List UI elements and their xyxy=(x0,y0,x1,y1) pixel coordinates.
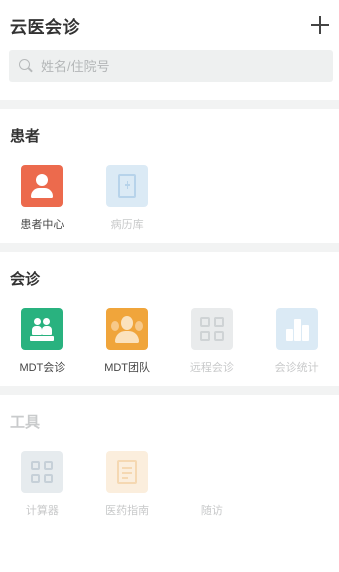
section-title-consult: 会诊 xyxy=(10,271,41,288)
statistics-chart-icon xyxy=(275,308,318,350)
group-consult-icon xyxy=(21,308,64,350)
app-header: 云医会诊 xyxy=(0,0,339,50)
mdt-team-button[interactable]: MDT团队 xyxy=(85,308,170,375)
section-divider xyxy=(0,386,339,395)
page-title: 云医会诊 xyxy=(10,17,80,37)
section-divider xyxy=(0,100,339,109)
follow-up-button[interactable]: 随访 xyxy=(170,451,255,518)
remote-consult-label: 远程会诊 xyxy=(189,362,234,374)
follow-up-icon-placeholder xyxy=(191,451,233,493)
section-title-tools: 工具 xyxy=(10,414,41,431)
medicine-guide-button[interactable]: 医药指南 xyxy=(85,451,170,518)
medical-record-button[interactable]: 病历库 xyxy=(85,165,170,232)
consult-statistics-button[interactable]: 会诊统计 xyxy=(254,308,339,375)
calculator-button[interactable]: 计算器 xyxy=(0,451,85,518)
plus-icon[interactable] xyxy=(310,15,330,35)
tools-section: 工具 计算器 医药指南 随访 xyxy=(0,395,339,518)
consult-statistics-label: 会诊统计 xyxy=(274,362,319,374)
mdt-team-label: MDT团队 xyxy=(104,362,151,374)
team-icon xyxy=(106,308,149,350)
search-icon xyxy=(19,59,33,73)
section-title-patient: 患者 xyxy=(10,128,41,145)
consult-section: 会诊 MDT会诊 MDT团队 远程会诊 会诊统计 xyxy=(0,252,339,386)
guide-book-icon xyxy=(106,451,149,493)
calculator-label: 计算器 xyxy=(25,505,59,517)
medical-record-label: 病历库 xyxy=(110,219,144,231)
search-bar[interactable] xyxy=(9,50,333,82)
mdt-consult-button[interactable]: MDT会诊 xyxy=(0,308,85,375)
patient-center-label: 患者中心 xyxy=(20,219,65,231)
remote-consult-button[interactable]: 远程会诊 xyxy=(170,308,255,375)
mdt-consult-label: MDT会诊 xyxy=(19,362,66,374)
patient-center-button[interactable]: 患者中心 xyxy=(0,165,85,232)
search-input[interactable] xyxy=(41,58,301,74)
follow-up-label: 随访 xyxy=(200,505,223,517)
medical-record-icon xyxy=(106,165,149,207)
person-icon xyxy=(21,165,64,207)
section-divider xyxy=(0,243,339,252)
calculator-icon xyxy=(21,451,64,493)
remote-consult-icon xyxy=(190,308,233,350)
patient-section: 患者 患者中心 病历库 xyxy=(0,109,339,243)
medicine-guide-label: 医药指南 xyxy=(105,505,150,517)
